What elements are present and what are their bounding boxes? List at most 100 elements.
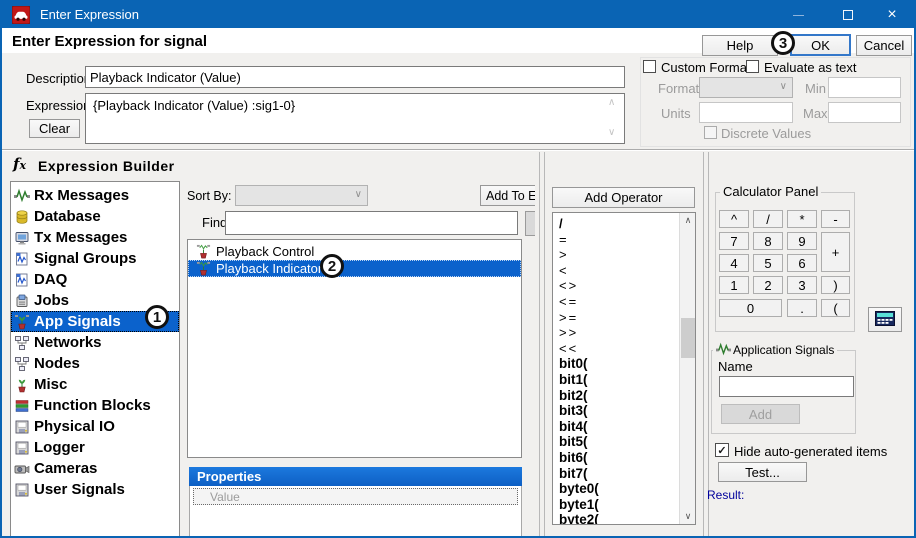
sidebar-item-user-signals[interactable]: User Signals (11, 479, 179, 500)
signal-list: Playback Control Playback Indicator (187, 239, 522, 458)
custom-format-checkbox[interactable] (643, 60, 656, 73)
sidebar-item-tx-messages[interactable]: Tx Messages (11, 227, 179, 248)
sort-by-dropdown[interactable]: ∨ (235, 185, 368, 206)
add-operator-button[interactable]: Add Operator (552, 187, 695, 208)
calculator-popup-button[interactable] (868, 307, 902, 332)
annotation-circle-3: 3 (771, 31, 795, 55)
operator-item[interactable]: byte2( (553, 512, 695, 525)
application-signals-title: Application Signals (713, 342, 837, 357)
units-input[interactable] (699, 102, 793, 123)
max-input[interactable] (828, 102, 901, 123)
list-item-playback-indicator[interactable]: Playback Indicator (188, 260, 521, 277)
calc-key-2[interactable]: 2 (753, 276, 783, 294)
calc-key-5[interactable]: 5 (753, 254, 783, 272)
sidebar-item-database[interactable]: Database (11, 206, 179, 227)
sidebar-item-logger[interactable]: Logger (11, 437, 179, 458)
monitor-icon (14, 230, 30, 246)
sidebar-item-rx-messages[interactable]: Rx Messages (11, 185, 179, 206)
calc-key-close-paren[interactable]: ) (821, 276, 850, 294)
calc-key-8[interactable]: 8 (753, 232, 783, 250)
calc-key-1[interactable]: 1 (719, 276, 749, 294)
sidebar-item-signal-groups[interactable]: Signal Groups (11, 248, 179, 269)
fx-icon: fx (13, 155, 26, 173)
sidebar-item-nodes[interactable]: Nodes (11, 353, 179, 374)
operator-item[interactable]: bit7( (553, 466, 695, 482)
clear-button[interactable]: Clear (29, 119, 80, 138)
scrollbar-thumb[interactable] (681, 318, 695, 358)
operator-item[interactable]: bit1( (553, 372, 695, 388)
operator-item[interactable]: bit5( (553, 434, 695, 450)
plant-icon (14, 377, 30, 393)
operator-item[interactable]: = (553, 232, 695, 248)
discrete-values-checkbox[interactable] (704, 126, 717, 139)
operator-item[interactable]: < (553, 263, 695, 279)
calc-key-4[interactable]: 4 (719, 254, 749, 272)
calc-key-multiply[interactable]: * (787, 210, 817, 228)
network-icon (14, 356, 30, 372)
operator-item[interactable]: >= (553, 310, 695, 326)
description-input[interactable] (85, 66, 625, 88)
operator-item[interactable]: bit2( (553, 388, 695, 404)
calc-key-7[interactable]: 7 (719, 232, 749, 250)
operator-list: / = > < <> <= >= >> << bit0( bit1( bit2(… (552, 212, 696, 525)
cancel-button[interactable]: Cancel (856, 35, 912, 56)
operator-item[interactable]: <= (553, 294, 695, 310)
calc-key-decimal[interactable]: . (787, 299, 817, 317)
operator-item[interactable]: byte1( (553, 497, 695, 513)
calc-key-0[interactable]: 0 (719, 299, 782, 317)
operator-item[interactable]: <> (553, 278, 695, 294)
calc-key-3[interactable]: 3 (787, 276, 817, 294)
calc-key-minus[interactable]: - (821, 210, 850, 228)
scroll-up-icon[interactable]: ∧ (608, 97, 615, 108)
calc-key-6[interactable]: 6 (787, 254, 817, 272)
sidebar-item-function-blocks[interactable]: Function Blocks (11, 395, 179, 416)
sidebar-item-label: Database (34, 208, 101, 225)
scroll-down-icon[interactable]: ∨ (608, 127, 615, 138)
hide-auto-generated-checkbox[interactable] (715, 443, 729, 457)
operator-item[interactable]: > (553, 247, 695, 263)
scroll-down-icon[interactable]: ∨ (680, 509, 696, 524)
maximize-button[interactable] (826, 0, 870, 30)
waveform-icon (716, 342, 731, 357)
operator-item[interactable]: << (553, 341, 695, 357)
close-button[interactable]: × (870, 0, 914, 30)
operator-item[interactable]: bit6( (553, 450, 695, 466)
format-dropdown[interactable]: ∨ (699, 77, 793, 98)
sidebar-item-cameras[interactable]: Cameras (11, 458, 179, 479)
scroll-up-icon[interactable]: ∧ (680, 213, 696, 228)
titlebar[interactable]: Enter Expression × (0, 0, 916, 30)
add-to-expression-button[interactable]: Add To Expression (480, 185, 535, 206)
sidebar-item-networks[interactable]: Networks (11, 332, 179, 353)
calc-key-plus[interactable]: + (821, 232, 850, 272)
ok-button[interactable]: OK (790, 34, 851, 56)
sidebar-item-misc[interactable]: Misc (11, 374, 179, 395)
operator-scrollbar[interactable]: ∧ ∨ (679, 213, 695, 524)
calc-key-divide[interactable]: / (753, 210, 783, 228)
list-item-playback-control[interactable]: Playback Control (188, 243, 521, 260)
properties-body: Value (189, 486, 522, 538)
operator-item[interactable]: / (553, 216, 695, 232)
calc-key-9[interactable]: 9 (787, 232, 817, 250)
operator-item[interactable]: >> (553, 325, 695, 341)
test-button[interactable]: Test... (718, 462, 807, 482)
name-input[interactable] (719, 376, 854, 397)
operator-item[interactable]: byte0( (553, 481, 695, 497)
window-title: Enter Expression (40, 7, 139, 22)
minimize-button[interactable] (776, 0, 820, 30)
find-input[interactable] (225, 211, 518, 235)
calc-key-open-paren[interactable]: ( (821, 299, 850, 317)
operator-item[interactable]: bit0( (553, 356, 695, 372)
calc-key-caret[interactable]: ^ (719, 210, 749, 228)
properties-row-value[interactable]: Value (193, 488, 518, 505)
divider (703, 152, 704, 536)
min-input[interactable] (828, 77, 901, 98)
add-button[interactable]: Add (721, 404, 800, 424)
sidebar-item-physical-io[interactable]: Physical IO (11, 416, 179, 437)
operator-item[interactable]: bit4( (553, 419, 695, 435)
operator-item[interactable]: bit3( (553, 403, 695, 419)
expression-textarea[interactable]: {Playback Indicator (Value) :sig1-0} ∧ ∨ (85, 93, 625, 144)
help-button[interactable]: Help (702, 35, 778, 56)
sidebar-item-label: Misc (34, 376, 67, 393)
sidebar-item-daq[interactable]: DAQ (11, 269, 179, 290)
evaluate-as-text-checkbox[interactable] (746, 60, 759, 73)
